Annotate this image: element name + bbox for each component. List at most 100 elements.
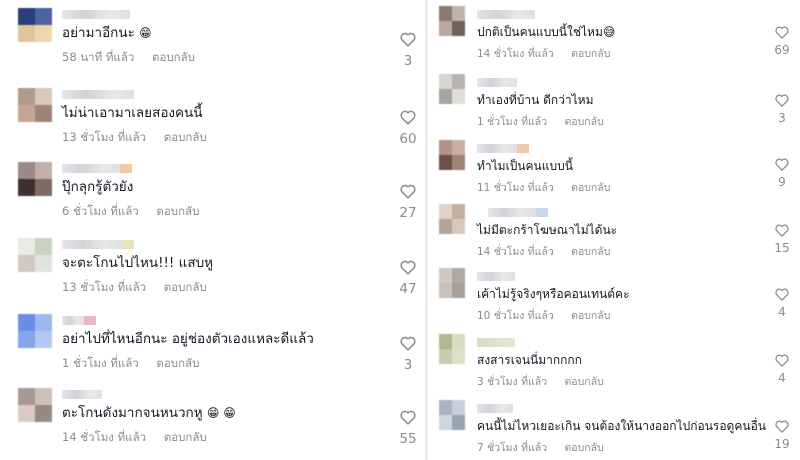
like-button[interactable]: 55 [395, 410, 421, 447]
comment-meta: 6 ชั่วโมง ที่แล้ว ตอบกลับ [62, 203, 199, 221]
comment-meta: 3 ชั่วโมง ที่แล้ว ตอบกลับ [477, 373, 604, 390]
heart-icon [400, 410, 416, 425]
comment-item: ปกติเป็นคนแบบนี้ใช่ไหม😅 14 ชั่วโมง ที่แล… [428, 4, 800, 67]
like-button[interactable]: 15 [769, 224, 795, 255]
comment-time: 14 ชั่วโมง ที่แล้ว [477, 246, 554, 258]
comment-text: อย่าไปที่ไหนอีกนะ อยู่ช่องตัวเองแหละดีแล… [62, 331, 314, 347]
username-blurred[interactable] [477, 272, 515, 281]
comment-item: ปุ๊กลุกรู้ตัวยัง 6 ชั่วโมง ที่แล้ว ตอบกล… [0, 158, 425, 228]
comment-item: ไม่มีตะกร้าโฆษณาไม่ได้นะ 14 ชั่วโมง ที่แ… [428, 202, 800, 265]
heart-icon [400, 260, 416, 275]
user-avatar[interactable] [439, 6, 465, 36]
comment-item: เค้าไม่รู้จริงๆหรือคอนเทนต์คะ 10 ชั่วโมง… [428, 266, 800, 329]
comment-meta: 13 ชั่วโมง ที่แล้ว ตอบกลับ [62, 129, 207, 147]
like-button[interactable]: 69 [769, 26, 795, 57]
like-count: 9 [778, 175, 786, 189]
like-button[interactable]: 60 [395, 110, 421, 147]
reply-button[interactable]: ตอบกลับ [152, 50, 195, 64]
user-avatar[interactable] [18, 8, 52, 42]
like-button[interactable]: 3 [395, 336, 421, 373]
like-button[interactable]: 47 [395, 260, 421, 297]
like-count: 60 [399, 131, 417, 147]
user-avatar[interactable] [18, 314, 52, 348]
like-button[interactable]: 27 [395, 184, 421, 221]
like-button[interactable]: 3 [395, 32, 421, 69]
user-avatar[interactable] [18, 162, 52, 196]
grin-emoji-icon: 😁 😁 [206, 406, 236, 420]
reply-button[interactable]: ตอบกลับ [571, 310, 610, 322]
reply-button[interactable]: ตอบกลับ [564, 116, 603, 128]
user-avatar[interactable] [439, 74, 465, 104]
user-avatar[interactable] [439, 400, 465, 430]
comment-time: 10 ชั่วโมง ที่แล้ว [477, 310, 554, 322]
comment-text: เค้าไม่รู้จริงๆหรือคอนเทนต์คะ [477, 287, 630, 301]
heart-icon [775, 288, 789, 301]
like-button[interactable]: 3 [769, 94, 795, 125]
username-blurred[interactable] [62, 10, 130, 19]
user-avatar[interactable] [439, 334, 465, 364]
like-button[interactable]: 9 [769, 158, 795, 189]
comment-meta: 1 ชั่วโมง ที่แล้ว ตอบกลับ [62, 355, 199, 373]
user-avatar[interactable] [439, 140, 465, 170]
username-blurred[interactable] [477, 338, 515, 347]
like-button[interactable]: 19 [769, 420, 795, 451]
like-count: 4 [778, 305, 786, 319]
like-button[interactable]: 4 [769, 354, 795, 385]
username-blurred[interactable] [477, 144, 529, 153]
comment-item: ตะโกนดังมากจนหนวกหู 😁 😁 14 ชั่วโมง ที่แล… [0, 384, 425, 454]
reply-button[interactable]: ตอบกลับ [164, 430, 207, 444]
user-avatar[interactable] [18, 238, 52, 272]
like-button[interactable]: 4 [769, 288, 795, 319]
comment-time: 14 ชั่วโมง ที่แล้ว [477, 48, 554, 60]
user-avatar[interactable] [439, 268, 465, 298]
username-blurred[interactable] [62, 316, 96, 325]
sweat-smile-emoji-icon: 😅 [602, 25, 616, 39]
reply-button[interactable]: ตอบกลับ [164, 280, 207, 294]
comment-time: 14 ชั่วโมง ที่แล้ว [62, 430, 147, 444]
heart-icon [775, 158, 789, 171]
comment-item: ทำไมเป็นคนแบบนี้ 11 ชั่วโมง ที่แล้ว ตอบก… [428, 138, 800, 201]
comment-meta: 1 ชั่วโมง ที่แล้ว ตอบกลับ [477, 113, 604, 130]
reply-button[interactable]: ตอบกลับ [571, 246, 610, 258]
comment-meta: 11 ชั่วโมง ที่แล้ว ตอบกลับ [477, 179, 610, 196]
reply-button[interactable]: ตอบกลับ [564, 376, 603, 388]
comment-time: 13 ชั่วโมง ที่แล้ว [62, 280, 147, 294]
comment-time: 7 ชั่วโมง ที่แล้ว [477, 442, 548, 454]
username-blurred[interactable] [62, 240, 134, 249]
comment-meta: 7 ชั่วโมง ที่แล้ว ตอบกลับ [477, 439, 604, 456]
heart-icon [400, 110, 416, 125]
reply-button[interactable]: ตอบกลับ [571, 48, 610, 60]
comment-time: 3 ชั่วโมง ที่แล้ว [477, 376, 548, 388]
username-blurred[interactable] [62, 90, 134, 99]
username-blurred[interactable] [477, 78, 517, 87]
reply-button[interactable]: ตอบกลับ [164, 130, 207, 144]
like-count: 4 [778, 371, 786, 385]
reply-button[interactable]: ตอบกลับ [571, 182, 610, 194]
like-count: 69 [774, 43, 790, 57]
heart-icon [775, 224, 789, 237]
username-blurred[interactable] [62, 164, 132, 173]
reply-button[interactable]: ตอบกลับ [156, 356, 199, 370]
heart-icon [775, 26, 789, 39]
heart-icon [400, 336, 416, 351]
user-avatar[interactable] [18, 88, 52, 122]
username-blurred[interactable] [477, 404, 513, 413]
user-avatar[interactable] [18, 388, 52, 422]
like-count: 3 [403, 53, 413, 69]
comment-item: สงสารเจนนี่มากกกก 3 ชั่วโมง ที่แล้ว ตอบก… [428, 332, 800, 395]
comment-item: ทำเองที่บ้าน ดีกว่าไหม 1 ชั่วโมง ที่แล้ว… [428, 72, 800, 135]
comment-item: คนนี้ไม่ไหวเยอะเกิน จนต้องให้นางออกไปก่อ… [428, 398, 800, 460]
username-blurred[interactable] [477, 10, 535, 19]
comment-time: 11 ชั่วโมง ที่แล้ว [477, 182, 554, 194]
reply-button[interactable]: ตอบกลับ [156, 204, 199, 218]
like-count: 3 [778, 111, 786, 125]
comment-text: ทำเองที่บ้าน ดีกว่าไหม [477, 93, 594, 107]
reply-button[interactable]: ตอบกลับ [564, 442, 603, 454]
comment-text: ไม่น่าเอามาเลยสองคนนี้ [62, 105, 203, 121]
comment-time: 58 นาที ที่แล้ว [62, 50, 135, 64]
like-count: 15 [774, 241, 790, 255]
like-count: 19 [774, 437, 790, 451]
username-blurred[interactable] [62, 390, 102, 399]
user-avatar[interactable] [439, 204, 465, 234]
username-blurred[interactable] [488, 208, 548, 217]
